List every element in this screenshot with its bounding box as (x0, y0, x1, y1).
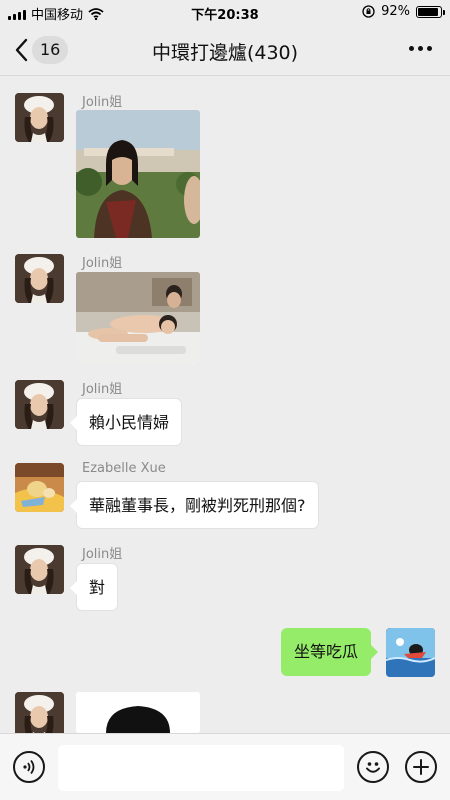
battery-icon (416, 5, 445, 18)
message-bubble[interactable]: 賴小民情婦 (69, 398, 183, 446)
battery-percent: 92% (381, 4, 410, 19)
image-message[interactable] (76, 110, 200, 238)
battery-fill (418, 7, 439, 16)
chat-messages[interactable]: Jolin姐 Jolin姐 Jolin姐 賴小民情婦 Ezabelle Xue … (0, 77, 450, 733)
more-options-icon[interactable] (409, 46, 432, 51)
status-right: 92% (362, 4, 445, 19)
sender-name: Jolin姐 (82, 95, 123, 110)
avatar-jolin[interactable] (15, 254, 64, 303)
plus-icon[interactable] (405, 751, 437, 783)
input-bar (0, 733, 450, 800)
sender-name: Jolin姐 (82, 382, 123, 397)
message-bubble[interactable]: 華融董事長，剛被判死刑那個? (70, 481, 319, 529)
sender-name: Jolin姐 (82, 256, 123, 271)
avatar-me[interactable] (386, 628, 435, 677)
avatar-jolin[interactable] (15, 93, 64, 142)
avatar-jolin[interactable] (15, 380, 64, 429)
chat-title: 中環打邊爐(430) (151, 42, 299, 64)
message-bubble[interactable]: 對 (69, 563, 119, 611)
message-input[interactable] (58, 745, 344, 791)
sender-name: Jolin姐 (82, 547, 123, 562)
outgoing-message-bubble[interactable]: 坐等吃瓜 (280, 628, 379, 676)
sender-name: Ezabelle Xue (82, 461, 166, 476)
emoji-icon[interactable] (357, 751, 389, 783)
avatar-ezabelle[interactable] (15, 463, 64, 512)
status-bar: 中国移动 下午20:38 92% (0, 0, 450, 24)
nav-bar: 16 中環打邊爐(430) (0, 24, 450, 76)
avatar-jolin[interactable] (15, 692, 64, 733)
avatar-jolin[interactable] (15, 545, 64, 594)
image-message[interactable] (76, 272, 200, 365)
image-message[interactable] (76, 692, 200, 733)
voice-icon[interactable] (13, 751, 45, 783)
rotation-lock-icon (362, 5, 375, 18)
